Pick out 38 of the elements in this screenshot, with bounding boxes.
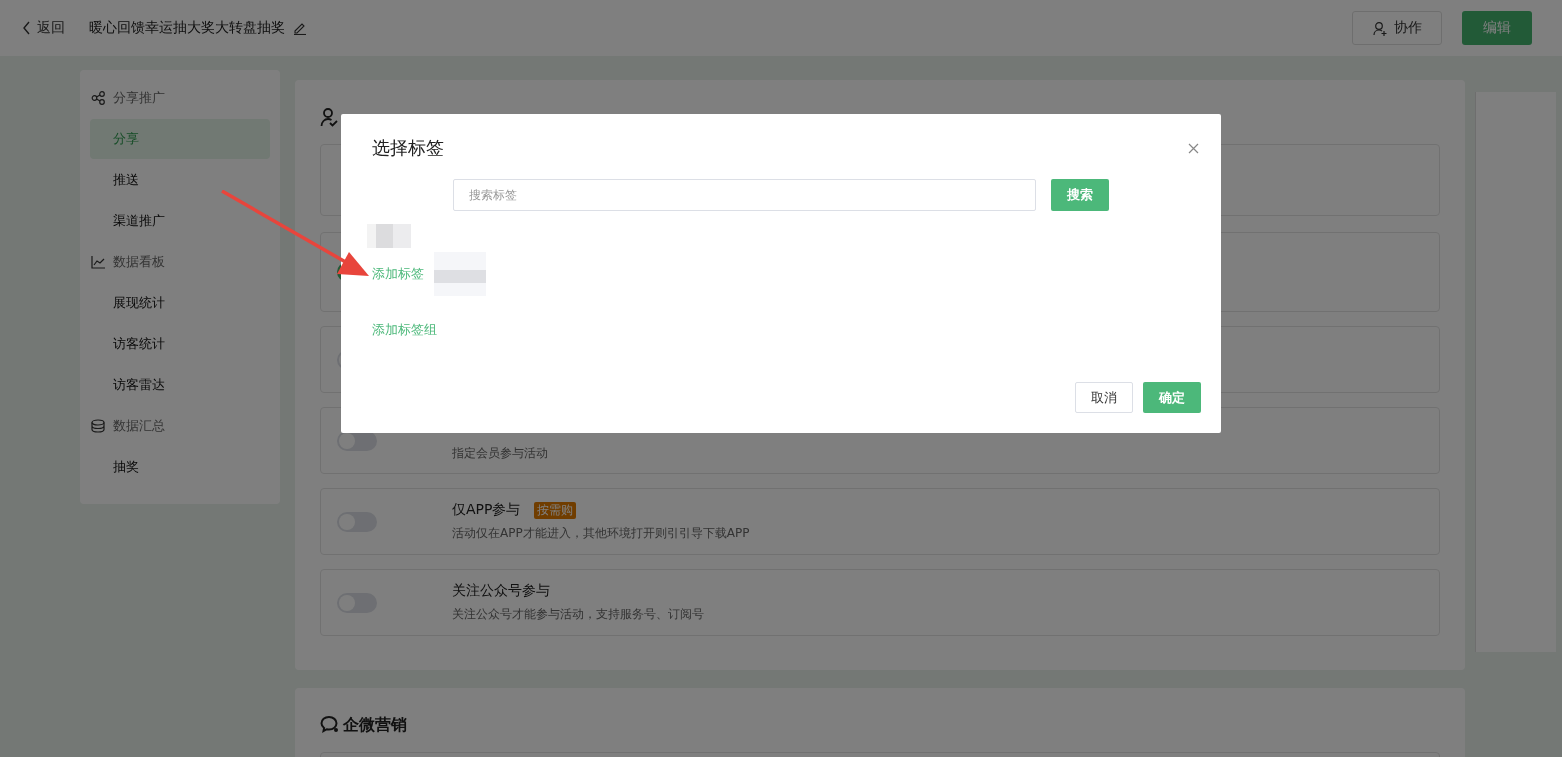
search-button[interactable]: 搜索 [1051,179,1109,211]
section-title: 企微营销 [343,714,407,736]
dialog-title: 选择标签 [372,136,444,160]
add-tag-link[interactable]: 添加标签 [372,265,424,283]
confirm-button[interactable]: 确定 [1143,382,1201,413]
sidebar-item[interactable]: 抽奖 [90,447,270,487]
option-description: 活动仅在APP才能进入，其他环境打开则引引导下载APP [452,525,750,542]
sidebar-item[interactable]: 推送 [90,160,270,200]
edit-icon [293,21,307,35]
sidebar-item[interactable]: 渠道推广 [90,201,270,241]
sidebar-item[interactable]: 分享 [90,119,270,159]
paid-badge: 按需购 [534,501,577,519]
search-field[interactable]: 搜索标签 [453,179,1036,211]
option-title: 仅APP参与 [452,501,521,519]
line-chart-icon [91,255,105,269]
cancel-button[interactable]: 取消 [1075,382,1133,413]
pixelated-block [434,252,486,296]
person-add-icon [1372,20,1388,36]
chevron-left-icon [22,21,31,35]
database-icon [91,419,105,433]
add-tag-group-link[interactable]: 添加标签组 [372,321,1201,339]
back-link[interactable]: 返回 [22,19,65,37]
sidebar-item[interactable]: 展现统计 [90,283,270,323]
page-title: 暖心回馈幸运抽大奖大转盘抽奖 [89,19,285,37]
sidebar-item[interactable]: 访客统计 [90,324,270,364]
sidebar-group-label: 数据看板 [113,253,165,271]
option-description: 指定会员参与活动 [452,445,548,462]
person-check-icon [320,107,339,127]
share-icon [91,91,105,105]
sidebar-group-label: 数据汇总 [113,417,165,435]
pixelated-block [367,224,411,248]
option-title: 关注公众号参与 [452,582,550,600]
collaborate-button[interactable]: 协作 [1352,11,1442,45]
option-description: 关注公众号才能参与活动，支持服务号、订阅号 [452,606,704,623]
sidebar-group-label: 分享推广 [113,89,165,107]
chat-bubble-icon [320,715,339,735]
close-icon [1188,142,1199,154]
sidebar-item[interactable]: 访客雷达 [90,365,270,405]
